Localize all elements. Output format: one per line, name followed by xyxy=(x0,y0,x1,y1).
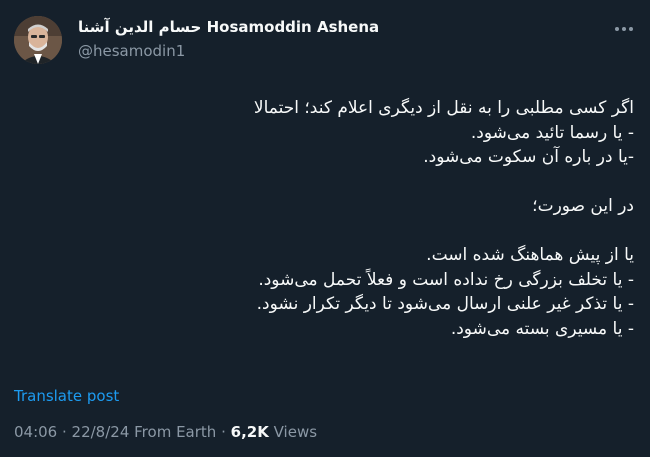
meta-separator: · xyxy=(221,423,226,441)
tweet-line: یا از پیش هماهنگ شده است. xyxy=(426,245,634,265)
timestamp[interactable]: 04:06 · 22/8/24 xyxy=(14,423,129,441)
avatar-photo xyxy=(14,16,62,64)
tweet-line: اگر کسی مطلبی را به نقل از دیگری اعلام ک… xyxy=(253,98,634,118)
post-source: From Earth xyxy=(134,423,217,441)
views-label: Views xyxy=(273,423,318,441)
tweet-line: - یا رسما تائید می‌شود. xyxy=(470,122,634,143)
tweet-line: - یا تذکر غیر علنی ارسال می‌شود تا دیگر … xyxy=(256,294,634,314)
tweet-line: - یا تخلف بزرگی رخ نداده است و فعلاً تحم… xyxy=(258,269,634,290)
more-horizontal-icon[interactable] xyxy=(612,20,636,38)
translate-post-link[interactable]: Translate post xyxy=(14,387,119,405)
views-count[interactable]: 6,2K xyxy=(231,423,269,441)
tweet-line: در این صورت؛ xyxy=(532,196,634,216)
author-display-name[interactable]: حسام الدین آشنا Hosamoddin Ashena xyxy=(78,18,379,36)
avatar[interactable] xyxy=(14,16,62,64)
tweet-line: - یا مسیری بسته می‌شود. xyxy=(450,318,634,339)
tweet-line: -یا در باره آن سکوت می‌شود. xyxy=(423,147,634,167)
author-handle[interactable]: @hesamodin1 xyxy=(78,42,185,60)
tweet-meta: 04:06 · 22/8/24 From Earth · 6,2K Views xyxy=(14,423,317,441)
tweet-text: اگر کسی مطلبی را به نقل از دیگری اعلام ک… xyxy=(24,96,634,341)
